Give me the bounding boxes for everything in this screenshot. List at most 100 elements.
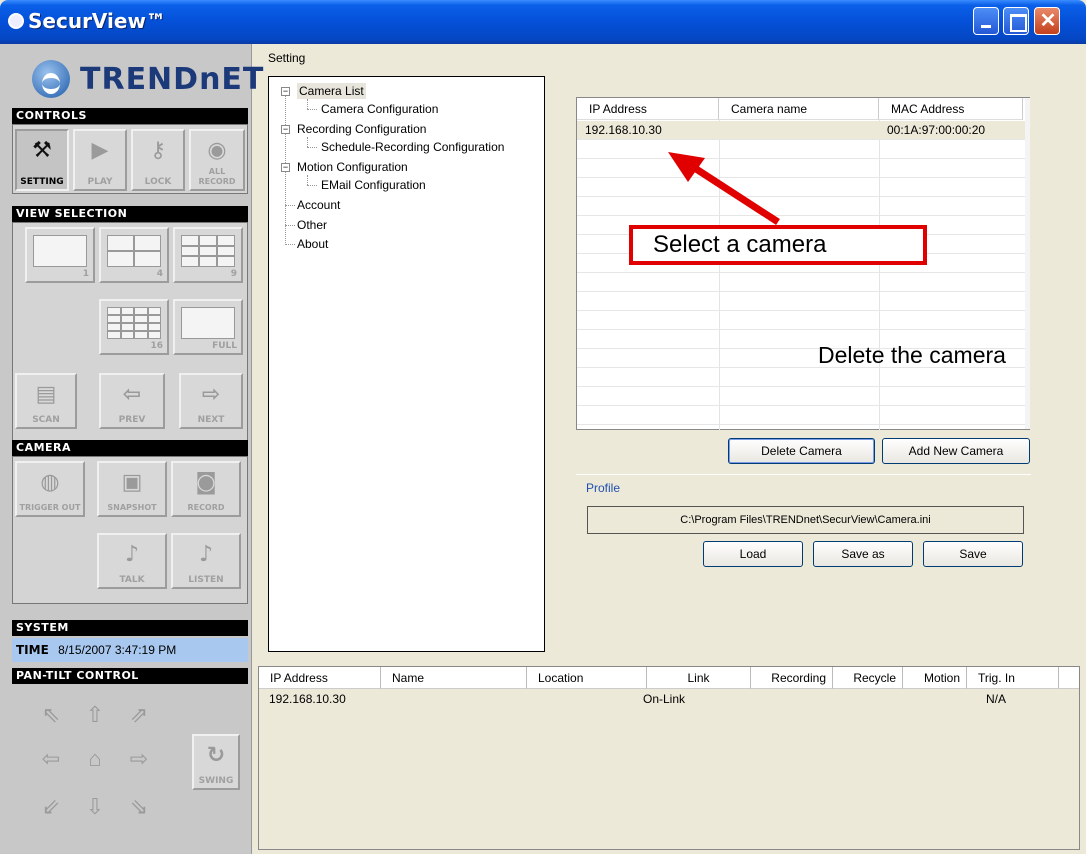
view-selection-header: VIEW SELECTION bbox=[12, 206, 248, 222]
prev-button[interactable]: ⇦ PREV bbox=[99, 373, 165, 429]
play-button[interactable]: ▶ PLAY bbox=[73, 129, 127, 191]
cameras-icon: ◉ bbox=[207, 138, 227, 163]
play-label: PLAY bbox=[87, 177, 113, 187]
column-header-camera-name[interactable]: Camera name bbox=[719, 98, 879, 120]
tree-item-recording-configuration[interactable]: Recording Configuration bbox=[297, 121, 426, 137]
tree-item-camera-list[interactable]: Camera List bbox=[297, 83, 366, 99]
column-header-motion[interactable]: Motion bbox=[903, 667, 967, 689]
cell-trig-in: N/A bbox=[986, 692, 1007, 706]
table-row bbox=[577, 159, 1025, 178]
full-view-icon bbox=[181, 307, 235, 339]
list-scroll-track[interactable] bbox=[1025, 98, 1030, 429]
view-1-button[interactable]: 1 bbox=[25, 227, 95, 283]
view-4-button[interactable]: 4 bbox=[99, 227, 169, 283]
tree-item-motion-configuration[interactable]: Motion Configuration bbox=[297, 159, 408, 175]
save-button[interactable]: Save bbox=[923, 541, 1023, 567]
delete-camera-button[interactable]: Delete Camera bbox=[728, 438, 875, 464]
view-9-button[interactable]: 9 bbox=[173, 227, 243, 283]
arrow-up-left-icon[interactable]: ⇖ bbox=[34, 698, 68, 732]
scan-label: SCAN bbox=[32, 415, 60, 425]
close-button[interactable]: ✕ bbox=[1034, 7, 1060, 35]
tree-connector bbox=[285, 244, 295, 245]
trigger-out-button[interactable]: ◍ TRIGGER OUT bbox=[15, 461, 85, 517]
column-header-spacer bbox=[1059, 667, 1079, 689]
view-9-label: 9 bbox=[230, 269, 237, 279]
lock-button[interactable]: ⚷ LOCK bbox=[131, 129, 185, 191]
tree-connector bbox=[307, 147, 317, 148]
arrow-up-icon[interactable]: ⇧ bbox=[78, 698, 112, 732]
tree-item-account[interactable]: Account bbox=[297, 197, 340, 213]
tree-item-about[interactable]: About bbox=[297, 236, 328, 252]
table-row bbox=[577, 292, 1025, 311]
profile-path-field[interactable]: C:\Program Files\TRENDnet\SecurView\Came… bbox=[587, 506, 1024, 534]
collapse-icon[interactable]: − bbox=[281, 125, 290, 134]
table-row bbox=[577, 368, 1025, 387]
camera-section: ◍ TRIGGER OUT ▣ SNAPSHOT ◙ RECORD ♪ TALK… bbox=[12, 456, 248, 604]
arrow-down-left-icon[interactable]: ⇙ bbox=[34, 790, 68, 824]
arrow-down-right-icon[interactable]: ⇘ bbox=[122, 790, 156, 824]
tree-connector bbox=[307, 137, 308, 147]
column-header-mac-address[interactable]: MAC Address bbox=[879, 98, 1023, 120]
column-header-trig-in[interactable]: Trig. In bbox=[967, 667, 1059, 689]
column-header-recycle[interactable]: Recycle bbox=[833, 667, 903, 689]
save-as-button[interactable]: Save as bbox=[813, 541, 913, 567]
pan-tilt-header: PAN-TILT CONTROL bbox=[12, 668, 248, 684]
column-header-link[interactable]: Link bbox=[647, 667, 751, 689]
pan-tilt-section: ⇖ ⇧ ⇗ ⇦ ⌂ ⇨ ↻ SWING ⇙ ⇩ ⇘ bbox=[12, 684, 248, 850]
arrow-right-icon: ⇨ bbox=[201, 382, 221, 407]
tree-connector bbox=[307, 185, 317, 186]
collapse-icon[interactable]: − bbox=[281, 87, 290, 96]
tree-item-other[interactable]: Other bbox=[297, 217, 327, 233]
view-16-label: 16 bbox=[150, 341, 163, 351]
trendnet-logo-icon bbox=[32, 60, 70, 98]
collapse-icon[interactable]: − bbox=[281, 163, 290, 172]
title-bar[interactable]: SecurView™ ✕ bbox=[0, 0, 1086, 44]
listen-button[interactable]: ♪ LISTEN bbox=[171, 533, 241, 589]
snapshot-button[interactable]: ▣ SNAPSHOT bbox=[97, 461, 167, 517]
column-header-name[interactable]: Name bbox=[381, 667, 527, 689]
settings-tree[interactable]: − Camera List Camera Configuration − Rec… bbox=[268, 76, 545, 652]
home-icon[interactable]: ⌂ bbox=[78, 742, 112, 776]
arrow-right-icon[interactable]: ⇨ bbox=[122, 742, 156, 776]
nine-view-icon bbox=[181, 235, 235, 267]
table-row bbox=[577, 178, 1025, 197]
select-camera-callout: Select a camera bbox=[629, 225, 927, 265]
talk-button[interactable]: ♪ TALK bbox=[97, 533, 167, 589]
table-row[interactable]: 192.168.10.30 00:1A:97:00:00:20 bbox=[577, 121, 1025, 140]
tree-connector bbox=[307, 109, 317, 110]
minimize-button[interactable] bbox=[973, 7, 999, 35]
swing-button[interactable]: ↻ SWING bbox=[192, 734, 240, 790]
arrow-left-icon: ⇦ bbox=[122, 382, 142, 407]
maximize-button[interactable] bbox=[1003, 7, 1029, 35]
table-row bbox=[577, 197, 1025, 216]
tree-connector bbox=[285, 205, 295, 206]
cell-ip: 192.168.10.30 bbox=[585, 123, 662, 137]
scan-button[interactable]: ▤ SCAN bbox=[15, 373, 77, 429]
column-header-ip-address[interactable]: IP Address bbox=[259, 667, 381, 689]
camera-status-table[interactable]: IP Address Name Location Link Recording … bbox=[258, 666, 1080, 850]
table-row bbox=[577, 406, 1025, 425]
full-view-button[interactable]: FULL bbox=[173, 299, 243, 355]
talk-label: TALK bbox=[119, 575, 145, 585]
tree-item-email-configuration[interactable]: EMail Configuration bbox=[321, 177, 426, 193]
view-16-button[interactable]: 16 bbox=[99, 299, 169, 355]
column-header-ip-address[interactable]: IP Address bbox=[577, 98, 719, 120]
column-header-recording[interactable]: Recording bbox=[751, 667, 833, 689]
column-header-location[interactable]: Location bbox=[527, 667, 647, 689]
arrow-down-icon[interactable]: ⇩ bbox=[78, 790, 112, 824]
brand-logo: TRENDnET bbox=[32, 58, 263, 106]
arrow-up-right-icon[interactable]: ⇗ bbox=[122, 698, 156, 732]
load-button[interactable]: Load bbox=[703, 541, 803, 567]
add-new-camera-button[interactable]: Add New Camera bbox=[882, 438, 1030, 464]
tree-item-camera-configuration[interactable]: Camera Configuration bbox=[321, 101, 438, 117]
setting-label: SETTING bbox=[20, 177, 64, 187]
tree-item-schedule-recording-configuration[interactable]: Schedule-Recording Configuration bbox=[321, 139, 504, 155]
all-record-label: ALL RECORD bbox=[198, 167, 236, 186]
arrow-left-icon[interactable]: ⇦ bbox=[34, 742, 68, 776]
swing-icon: ↻ bbox=[206, 743, 226, 768]
record-label: RECORD bbox=[187, 503, 225, 512]
record-button[interactable]: ◙ RECORD bbox=[171, 461, 241, 517]
next-button[interactable]: ⇨ NEXT bbox=[179, 373, 243, 429]
all-record-button[interactable]: ◉ ALL RECORD bbox=[189, 129, 245, 191]
setting-button[interactable]: ⚒ SETTING bbox=[15, 129, 69, 191]
